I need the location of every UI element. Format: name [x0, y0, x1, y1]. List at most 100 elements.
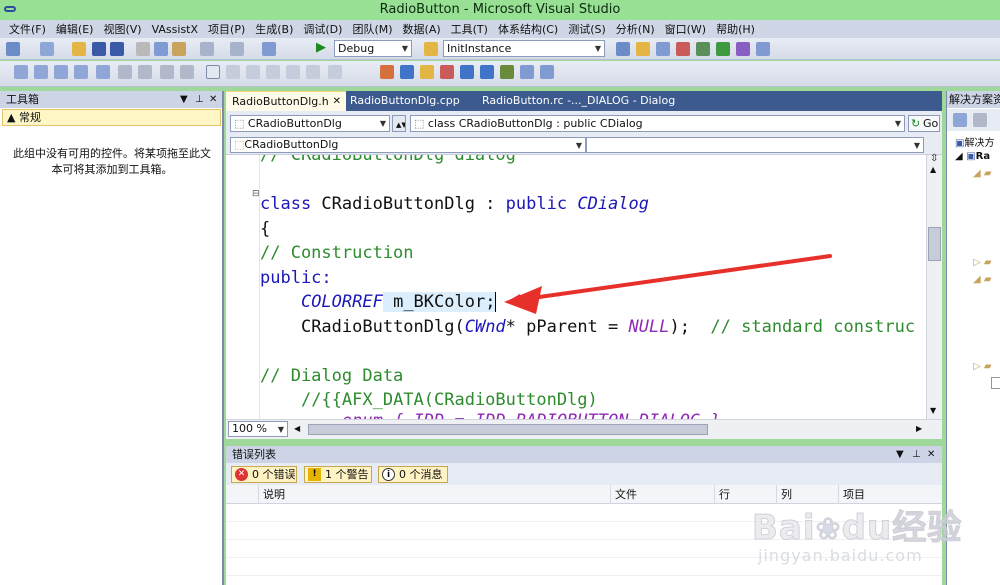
tab-radiobuttondlg-h[interactable]: RadioButtonDlg.h ✕	[226, 91, 346, 111]
scroll-thumb[interactable]	[928, 227, 941, 261]
scroll-left-icon[interactable]: ◀	[294, 424, 300, 433]
menu-test[interactable]: 测试(S)	[563, 21, 611, 37]
clear-bookmarks-icon[interactable]	[306, 65, 320, 79]
menu-vassistx[interactable]: VAssistX	[147, 23, 203, 36]
save-all-icon[interactable]	[110, 42, 124, 56]
toolbox-category-general[interactable]: ▲ 常规	[2, 109, 221, 126]
collapse-icon[interactable]: ⊟	[252, 189, 260, 199]
properties-icon[interactable]	[953, 113, 967, 127]
vassist-symbol-icon[interactable]	[420, 65, 434, 79]
col-file[interactable]: 文件	[610, 485, 710, 504]
undo-icon[interactable]	[200, 42, 214, 56]
menu-analyze[interactable]: 分析(N)	[611, 21, 660, 37]
find-in-files-icon[interactable]	[424, 42, 438, 56]
navigate-icon[interactable]	[262, 42, 276, 56]
scroll-right-icon[interactable]: ▶	[916, 424, 922, 433]
uncomment-icon[interactable]	[180, 65, 194, 79]
vassist-list-icon[interactable]	[400, 65, 414, 79]
menu-debug[interactable]: 调试(D)	[298, 21, 347, 37]
new-project-icon[interactable]	[6, 42, 20, 56]
project-node[interactable]: ◢ ▣Ra	[955, 151, 990, 162]
scope-member-combo[interactable]: ▼	[586, 137, 924, 153]
save-icon[interactable]	[92, 42, 106, 56]
properties-icon[interactable]	[636, 42, 650, 56]
folder-icon[interactable]: ▷ ▰	[973, 361, 992, 372]
config-combo[interactable]: Debug ▼	[334, 40, 412, 57]
comment-icon[interactable]	[160, 65, 174, 79]
output-icon[interactable]	[756, 42, 770, 56]
menu-team[interactable]: 团队(M)	[347, 21, 397, 37]
pin-icon[interactable]: ⊥	[195, 91, 204, 108]
bookmark-folder-icon[interactable]	[266, 65, 280, 79]
folder-icon[interactable]: ◢ ▰	[973, 168, 992, 179]
outdent-icon[interactable]	[138, 65, 152, 79]
vassist-spell-icon[interactable]	[500, 65, 514, 79]
menu-file[interactable]: 文件(F)	[4, 21, 51, 37]
extension-icon[interactable]	[716, 42, 730, 56]
object-browser-icon[interactable]	[656, 42, 670, 56]
menu-data[interactable]: 数据(A)	[398, 21, 446, 37]
indent-icon[interactable]	[118, 65, 132, 79]
member-combo[interactable]: ⬚ class CRadioButtonDlg : public CDialog…	[410, 115, 905, 132]
menu-build[interactable]: 生成(B)	[250, 21, 298, 37]
close-icon[interactable]: ✕	[927, 446, 935, 463]
show-all-icon[interactable]	[973, 113, 987, 127]
close-icon[interactable]: ✕	[333, 92, 341, 112]
tools-icon[interactable]	[696, 42, 710, 56]
close-icon[interactable]: ✕	[209, 91, 217, 108]
paste-icon[interactable]	[172, 42, 186, 56]
tab-radiobutton-rc[interactable]: RadioButton.rc -..._DIALOG - Dialog	[476, 91, 676, 111]
prev-bookmark-icon[interactable]	[226, 65, 240, 79]
pane-menu-icon[interactable]: ▼	[896, 446, 904, 463]
cut-icon[interactable]	[136, 42, 150, 56]
tab-radiobuttondlg-cpp[interactable]: RadioButtonDlg.cpp	[344, 91, 474, 111]
folder-icon[interactable]: ▷ ▰	[973, 257, 992, 268]
vassist-open-icon[interactable]	[380, 65, 394, 79]
bookmark-doc-icon[interactable]	[286, 65, 300, 79]
find-combo[interactable]: InitInstance ▼	[443, 40, 605, 57]
solution-node[interactable]: ▣解决方	[955, 134, 994, 149]
menu-help[interactable]: 帮助(H)	[711, 21, 760, 37]
vassist-forward-icon[interactable]	[480, 65, 494, 79]
align-icon[interactable]	[14, 65, 28, 79]
grid-icon[interactable]	[74, 65, 88, 79]
pin-icon[interactable]: ⊥	[912, 446, 921, 463]
menu-edit[interactable]: 编辑(E)	[51, 21, 99, 37]
zoom-combo[interactable]: 100 % ▼	[228, 421, 288, 437]
errors-filter-button[interactable]: ✕ 0 个错误	[231, 466, 297, 483]
pane-menu-icon[interactable]: ▼	[180, 91, 188, 108]
folder-icon[interactable]: ◢ ▰	[973, 274, 992, 285]
solution-explorer-icon[interactable]	[616, 42, 630, 56]
col-description[interactable]: 说明	[258, 485, 608, 504]
messages-filter-button[interactable]: i0 个消息	[378, 466, 448, 483]
bookmark-window-icon[interactable]	[328, 65, 342, 79]
class-combo[interactable]: ⬚ CRadioButtonDlg ▼	[230, 115, 390, 132]
menu-tools[interactable]: 工具(T)	[446, 21, 493, 37]
vassist-find-icon[interactable]	[440, 65, 454, 79]
scroll-up-icon[interactable]: ▲	[930, 165, 936, 174]
hscroll-thumb[interactable]	[308, 424, 708, 435]
menu-project[interactable]: 项目(P)	[203, 21, 250, 37]
toolbox-icon[interactable]	[676, 42, 690, 56]
file-icon[interactable]	[991, 377, 1000, 389]
go-button[interactable]: ↻ Go	[908, 115, 940, 132]
vertical-scrollbar[interactable]: ⇳ ▲ ▼	[926, 153, 942, 419]
menu-window[interactable]: 窗口(W)	[660, 21, 711, 37]
size-icon[interactable]	[34, 65, 48, 79]
split-icon[interactable]: ⇳	[930, 153, 938, 164]
copy-icon[interactable]	[154, 42, 168, 56]
bookmark-icon[interactable]	[206, 65, 220, 79]
warnings-filter-button[interactable]: ! 1 个警告	[304, 466, 372, 483]
nav-spin[interactable]: ▲▼	[392, 115, 406, 132]
vassist-refactor-icon[interactable]	[520, 65, 534, 79]
start-debug-icon[interactable]: ▶	[316, 40, 330, 55]
open-file-icon[interactable]	[72, 42, 86, 56]
next-bookmark-icon[interactable]	[246, 65, 260, 79]
class-view-icon[interactable]	[736, 42, 750, 56]
menu-architecture[interactable]: 体系结构(C)	[493, 21, 563, 37]
menu-view[interactable]: 视图(V)	[98, 21, 146, 37]
redo-icon[interactable]	[230, 42, 244, 56]
vassist-back-icon[interactable]	[460, 65, 474, 79]
vassist-options-icon[interactable]	[540, 65, 554, 79]
add-item-icon[interactable]	[40, 42, 54, 56]
